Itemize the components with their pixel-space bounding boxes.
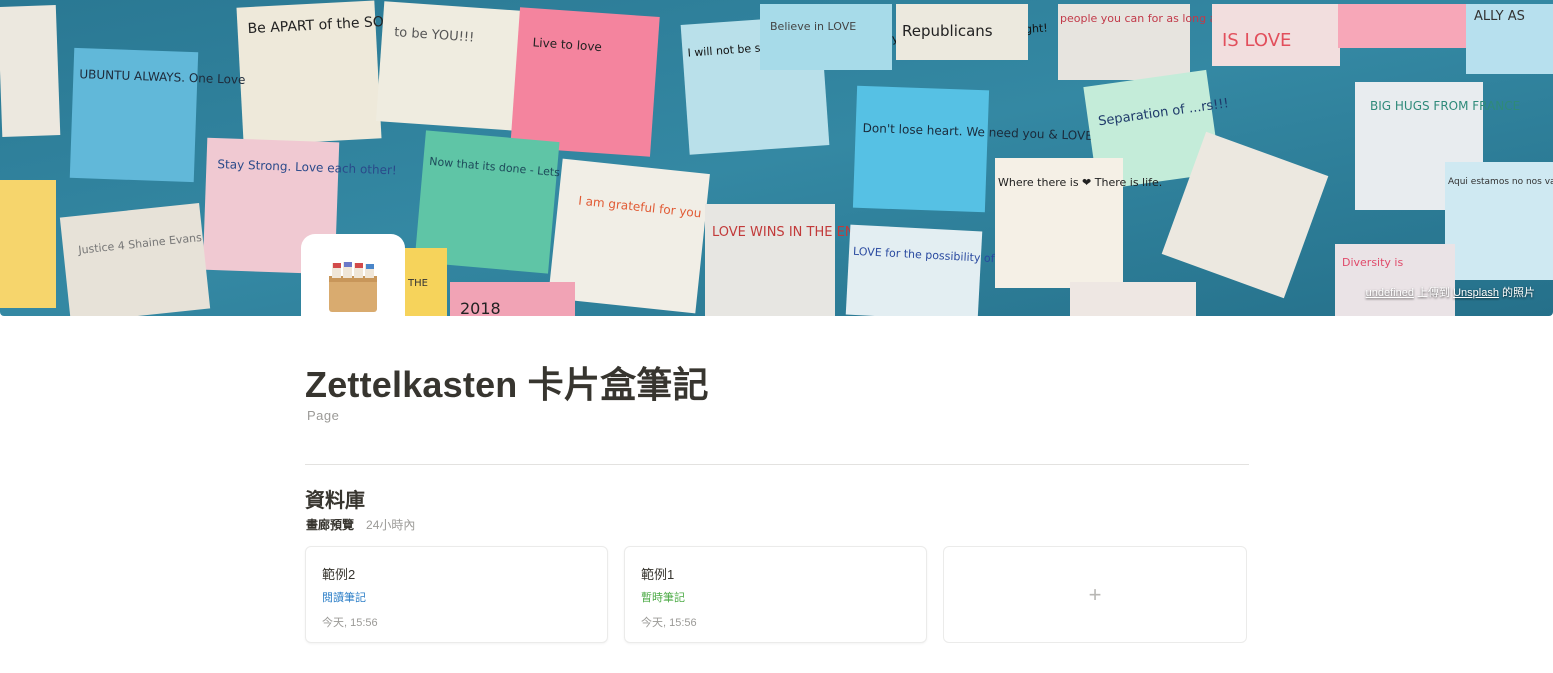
view-tab-gallery[interactable]: 畫廊預覽 (306, 516, 354, 533)
database-views: 畫廊預覽 24小時內 (306, 516, 415, 533)
page-icon-container[interactable] (301, 234, 405, 338)
card-date: 今天, 15:56 (641, 617, 697, 629)
note-where-there-is: Where there is ❤ There is life. (998, 176, 1162, 189)
card-title: 範例2 (322, 567, 356, 582)
add-card-button[interactable]: + (943, 546, 1247, 643)
credit-suffix: 的照片 (1498, 287, 1535, 299)
page-subtitle: Page (307, 408, 340, 423)
gallery-cards: 範例2 閱讀筆記 今天, 15:56 範例1 暫時筆記 今天, 15:56 + (305, 546, 1247, 643)
gallery-card[interactable]: 範例2 閱讀筆記 今天, 15:56 (305, 546, 608, 643)
credit-author-link[interactable]: undefined (1366, 287, 1414, 299)
page-title[interactable]: Zettelkasten 卡片盒筆記 (305, 356, 709, 408)
note-ally: ALLY AS (1474, 9, 1525, 24)
view-tab-24h[interactable]: 24小時內 (366, 516, 415, 533)
card-date: 今天, 15:56 (322, 617, 378, 629)
note-believe-in-love: Believe in LOVE (770, 20, 856, 33)
card-tag: 暫時筆記 (641, 592, 685, 604)
database-title[interactable]: 資料庫 (305, 484, 365, 513)
note-2018: 2018 (460, 299, 501, 316)
card-file-box-icon (329, 262, 377, 312)
cover-credit: undefined 上傳到 Unsplash 的照片 (1366, 284, 1535, 300)
note-diversity: Diversity is (1342, 256, 1403, 269)
page-cover[interactable]: Be APART of the SOLUTION UBUNTU ALWAYS. … (0, 0, 1553, 316)
plus-icon: + (1088, 581, 1102, 607)
card-tag: 閱讀筆記 (322, 592, 366, 604)
gallery-card[interactable]: 範例1 暫時筆記 今天, 15:56 (624, 546, 927, 643)
card-title: 範例1 (641, 567, 675, 582)
note-the: THE (407, 278, 428, 289)
note-love-wins: LOVE WINS IN THE END (712, 225, 865, 240)
note-republicans: Republicans (902, 22, 993, 40)
credit-site-link[interactable]: Unsplash (1453, 287, 1499, 299)
credit-middle: 上傳到 (1413, 287, 1454, 299)
note-big-hugs: BIG HUGS FROM FRANCE (1370, 99, 1520, 113)
divider (305, 464, 1249, 465)
note-is-love: IS LOVE (1222, 30, 1291, 51)
cover-image: Be APART of the SOLUTION UBUNTU ALWAYS. … (0, 0, 1553, 316)
note-undocumented: Aqui estamos no nos vamos, y si nos hech… (1448, 177, 1553, 187)
